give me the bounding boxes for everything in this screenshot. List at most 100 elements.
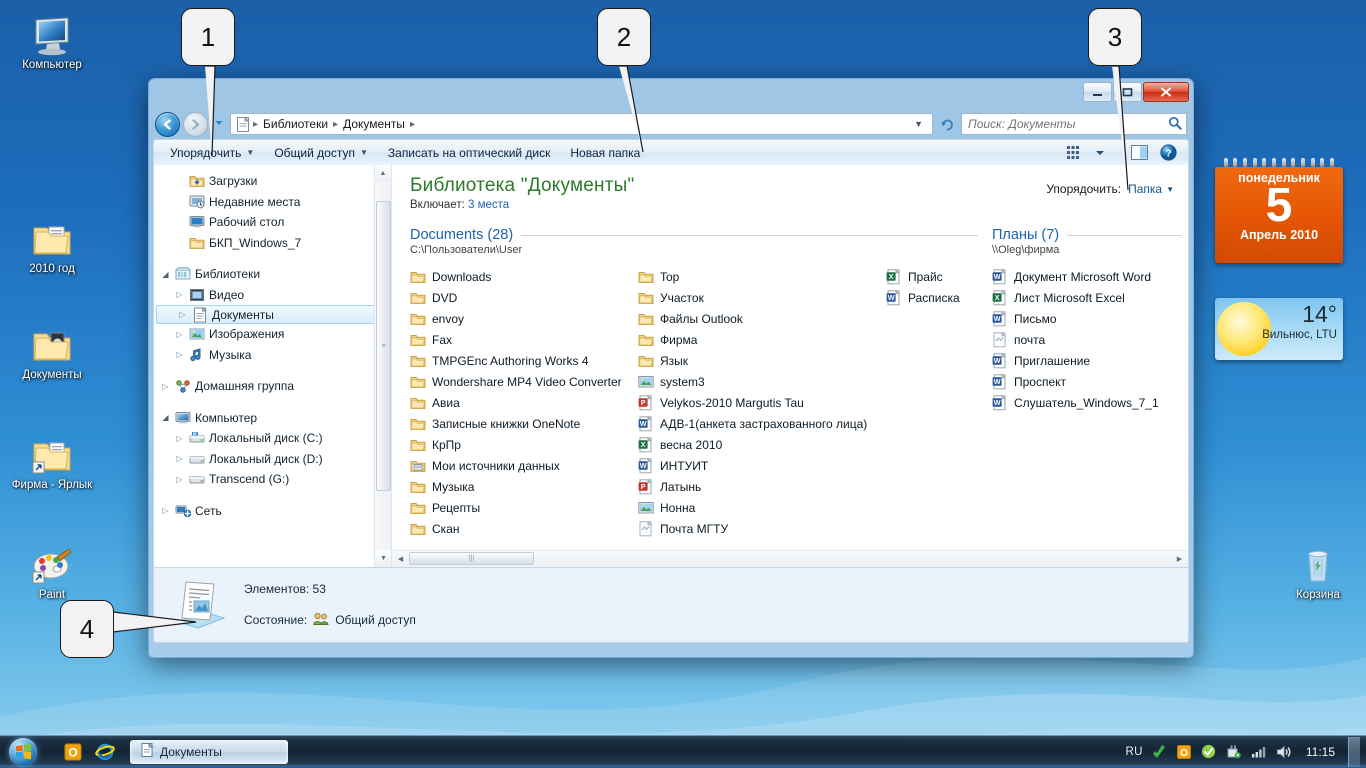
file-item[interactable]: Почта МГТУ — [638, 518, 886, 539]
expander-closed-icon[interactable]: ▷ — [174, 330, 185, 339]
language-indicator[interactable]: RU — [1125, 746, 1142, 758]
start-button[interactable] — [0, 736, 46, 768]
file-item[interactable]: Фирма — [638, 329, 886, 350]
calendar-gadget[interactable]: понедельник 5 Апрель 2010 — [1215, 158, 1343, 263]
network-signal-icon[interactable] — [1250, 743, 1268, 761]
file-item[interactable]: TMPGEnc Authoring Works 4 — [410, 350, 638, 371]
file-list-pane[interactable]: Библиотека "Документы" Включает: 3 места… — [392, 165, 1188, 567]
nav-scroll-thumb[interactable]: ≡ — [376, 201, 391, 491]
navigation-pane[interactable]: ЗагрузкиНедавние местаРабочий столБКП_Wi… — [154, 165, 392, 567]
close-button[interactable] — [1143, 82, 1189, 102]
scroll-down-button[interactable]: ▼ — [375, 550, 392, 567]
preview-pane-icon[interactable] — [1126, 143, 1153, 162]
expander-closed-icon[interactable]: ▷ — [160, 382, 171, 391]
tree-item-загрузки[interactable]: Загрузки — [154, 171, 391, 192]
expander-open-icon[interactable]: ◢ — [160, 270, 171, 279]
search-input[interactable] — [966, 116, 1168, 132]
window-titlebar[interactable] — [153, 83, 1189, 109]
restore-button[interactable] — [1113, 82, 1142, 102]
file-horizontal-scrollbar[interactable]: ◀ ||| ▶ — [392, 550, 1188, 567]
expander-closed-icon[interactable]: ▷ — [174, 434, 185, 443]
view-dropdown-icon[interactable] — [1090, 147, 1110, 159]
file-item[interactable]: Нонна — [638, 497, 886, 518]
expander-closed-icon[interactable]: ▷ — [174, 454, 185, 463]
file-item[interactable]: Fax — [410, 329, 638, 350]
show-desktop-button[interactable] — [1348, 737, 1360, 767]
file-item[interactable]: system3 — [638, 371, 886, 392]
file-item[interactable]: Язык — [638, 350, 886, 371]
file-item[interactable]: Участок — [638, 287, 886, 308]
expander-closed-icon[interactable]: ▷ — [174, 290, 185, 299]
file-item[interactable]: Авиа — [410, 392, 638, 413]
file-item[interactable]: WАДВ-1(анкета застрахованного лица) — [638, 413, 886, 434]
file-item[interactable]: WСлушатель_Windows_7_1 — [992, 392, 1182, 413]
nod32-icon[interactable] — [1150, 743, 1168, 761]
tree-item-изображения[interactable]: ▷Изображения — [154, 324, 391, 345]
file-item[interactable]: Top — [638, 266, 886, 287]
nav-vertical-scrollbar[interactable]: ▲ ≡ ▼ — [374, 165, 391, 567]
taskbar-window-documents[interactable]: Документы — [130, 740, 288, 764]
taskbar[interactable]: O Документы RU O — [0, 735, 1366, 767]
forward-button[interactable] — [183, 112, 208, 137]
group-header[interactable]: Documents (28) — [410, 227, 978, 243]
desktop-icon-computer[interactable]: Компьютер — [4, 8, 100, 72]
refresh-button[interactable] — [936, 113, 958, 135]
expander-open-icon[interactable]: ◢ — [160, 413, 171, 422]
hscroll-thumb[interactable]: ||| — [409, 552, 534, 565]
file-item[interactable]: WПроспект — [992, 371, 1182, 392]
view-layout-icon[interactable] — [1062, 144, 1088, 161]
outlook-tray-icon[interactable]: O — [1175, 743, 1193, 761]
system-tray[interactable]: RU O 11:15 — [1125, 737, 1366, 767]
weather-gadget[interactable]: 14° Вильнюс, LTU — [1215, 298, 1343, 360]
file-item[interactable]: XПрайс — [886, 266, 978, 287]
tree-item-сеть[interactable]: ▷Сеть — [154, 501, 391, 522]
back-button[interactable] — [155, 112, 180, 137]
tree-item-недавние-места[interactable]: Недавние места — [154, 192, 391, 213]
group-header[interactable]: Планы (7) — [992, 227, 1182, 243]
file-item[interactable]: Скан — [410, 518, 638, 539]
file-item[interactable]: WПисьмо — [992, 308, 1182, 329]
clock[interactable]: 11:15 — [1300, 745, 1341, 759]
file-item[interactable]: Wondershare MP4 Video Converter — [410, 371, 638, 392]
file-item[interactable]: PЛатынь — [638, 476, 886, 497]
desktop-icon-firma-shortcut[interactable]: Фирма - Ярлык — [4, 428, 100, 492]
navigation-bar[interactable]: ▸ Библиотеки ▸ Документы ▸ ▼ — [153, 109, 1189, 139]
expander-closed-icon[interactable]: ▷ — [174, 475, 185, 484]
tree-item-видео[interactable]: ▷Видео — [154, 285, 391, 306]
internet-explorer-icon[interactable] — [90, 738, 120, 766]
file-item[interactable]: Downloads — [410, 266, 638, 287]
folder-tree[interactable]: ЗагрузкиНедавние местаРабочий столБКП_Wi… — [154, 165, 391, 521]
desktop-icon-recycle-bin[interactable]: Корзина — [1270, 538, 1366, 602]
breadcrumb[interactable]: ▸ Библиотеки ▸ Документы ▸ ▼ — [230, 113, 933, 135]
minimize-button[interactable] — [1083, 82, 1112, 102]
safely-remove-icon[interactable] — [1225, 743, 1243, 761]
file-item[interactable]: Мои источники данных — [410, 455, 638, 476]
breadcrumb-dropdown-icon[interactable]: ▼ — [909, 119, 928, 129]
breadcrumb-item-documents[interactable]: Документы — [340, 116, 408, 132]
file-item[interactable]: DVD — [410, 287, 638, 308]
file-item[interactable]: envoy — [410, 308, 638, 329]
tree-item-локальный-диск-c-[interactable]: ▷Локальный диск (C:) — [154, 428, 391, 449]
organize-button[interactable]: Упорядочить ▼ — [160, 143, 264, 163]
arrange-by-control[interactable]: Упорядочить: Папка ▼ — [1046, 182, 1174, 196]
breadcrumb-item-libraries[interactable]: Библиотеки — [260, 116, 331, 132]
file-item[interactable]: WДокумент Microsoft Word — [992, 266, 1182, 287]
desktop-icon-documents[interactable]: Документы — [4, 318, 100, 382]
explorer-window[interactable]: ▸ Библиотеки ▸ Документы ▸ ▼ Упорядочить… — [148, 78, 1194, 658]
window-controls[interactable] — [1083, 82, 1189, 102]
tree-item-домашняя-группа[interactable]: ▷Домашняя группа — [154, 376, 391, 397]
file-item[interactable]: Xвесна 2010 — [638, 434, 886, 455]
file-item[interactable]: КрПр — [410, 434, 638, 455]
burn-button[interactable]: Записать на оптический диск — [378, 143, 561, 163]
file-item[interactable]: почта — [992, 329, 1182, 350]
file-item[interactable]: PVelykos-2010 Margutis Tau — [638, 392, 886, 413]
explorer-toolbar[interactable]: Упорядочить ▼ Общий доступ ▼ Записать на… — [153, 139, 1189, 165]
hscroll-track[interactable]: ||| — [409, 551, 1171, 567]
quick-launch[interactable]: O — [46, 738, 120, 766]
tree-item-музыка[interactable]: ▷Музыка — [154, 345, 391, 366]
expander-closed-icon[interactable]: ▷ — [174, 350, 185, 359]
file-item[interactable]: WИНТУИТ — [638, 455, 886, 476]
tree-item-документы[interactable]: ▷Документы — [156, 305, 388, 324]
file-groups[interactable]: Documents (28)C:\Пользователи\UserDownlo… — [392, 227, 1188, 547]
arrange-value-dropdown[interactable]: Папка ▼ — [1128, 182, 1174, 196]
